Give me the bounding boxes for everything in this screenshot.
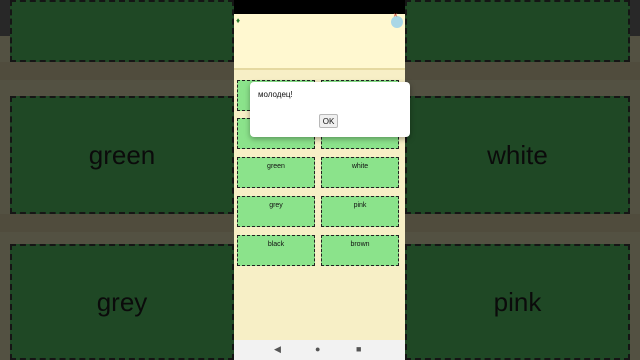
app-titlebar: ♦ ✕ <box>234 13 405 70</box>
word-card-label: green <box>267 163 285 170</box>
status-bar <box>234 0 405 14</box>
word-card-black[interactable]: black <box>237 235 315 266</box>
word-card-label: black <box>267 241 285 248</box>
recents-icon[interactable]: ■ <box>356 344 361 354</box>
back-icon[interactable]: ◀ <box>274 344 281 355</box>
word-card-white[interactable]: white <box>321 157 399 188</box>
android-icon: ♦ <box>236 16 241 25</box>
bg-shade <box>405 0 640 360</box>
word-card-green[interactable]: green <box>237 157 315 188</box>
home-icon[interactable]: ● <box>315 344 320 354</box>
word-card-brown[interactable]: brown <box>321 235 399 266</box>
system-navbar: ◀ ● ■ <box>234 340 405 360</box>
word-card-label: white <box>351 163 369 170</box>
ok-button[interactable]: OK <box>319 114 338 128</box>
word-card-pink[interactable]: pink <box>321 196 399 227</box>
dialog-message: молодец! <box>258 90 293 99</box>
word-card-grey[interactable]: grey <box>237 196 315 227</box>
word-card-label: brown <box>350 241 370 248</box>
close-icon[interactable]: ✕ <box>393 13 401 19</box>
bg-shade <box>0 0 234 360</box>
alert-dialog: молодец! OK <box>250 82 410 137</box>
word-card-label: pink <box>353 202 367 209</box>
phone-screen: ♦ ✕ green white grey pink black brown ◀ … <box>234 0 405 360</box>
word-card-label: grey <box>269 202 283 209</box>
